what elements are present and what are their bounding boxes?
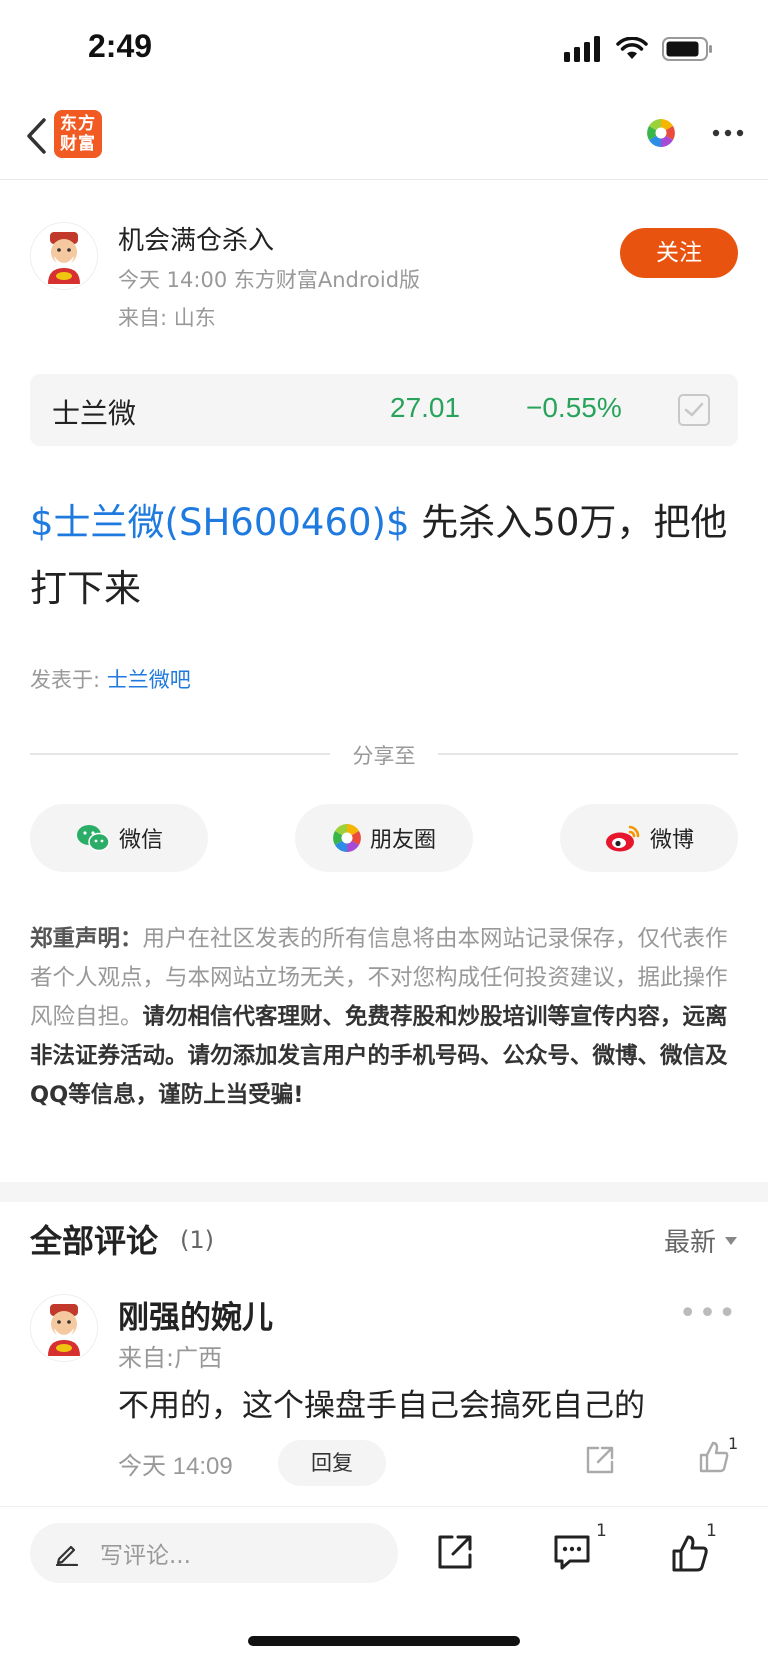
write-comment-placeholder: 写评论... <box>100 1543 191 1569</box>
write-comment-input[interactable]: 写评论... <box>30 1523 398 1583</box>
like-icon[interactable] <box>670 1533 710 1573</box>
fortune-god-avatar-icon <box>48 232 80 284</box>
comment-like-count: 1 <box>728 1434 739 1453</box>
like-count-badge: 1 <box>706 1521 717 1541</box>
chevron-left-icon <box>27 118 46 154</box>
disclaimer-title: 郑重声明： <box>30 926 143 952</box>
share-label: 分享至 <box>352 744 416 768</box>
share-divider: 分享至 <box>30 734 738 774</box>
watchlist-check-icon[interactable] <box>678 394 710 426</box>
section-separator <box>0 1182 768 1202</box>
home-indicator[interactable] <box>248 1636 520 1646</box>
caret-down-icon <box>725 1236 737 1245</box>
comments-header: 全部评论 (1) 最新 <box>30 1216 738 1266</box>
nav-actions <box>646 118 744 148</box>
moments-icon <box>333 824 361 852</box>
comment-text: 不用的，这个操盘手自己会搞死自己的 <box>118 1388 645 1424</box>
comment-share-icon[interactable] <box>584 1444 616 1476</box>
wifi-icon <box>616 37 648 59</box>
fortune-god-avatar-icon <box>48 1304 80 1356</box>
stock-name: 士兰微 <box>52 397 137 430</box>
moments-share-icon[interactable] <box>646 118 676 148</box>
battery-icon <box>662 37 712 61</box>
disclaimer: 郑重声明：用户在社区发表的所有信息将由本网站记录保存，仅代表作者个人观点，与本网… <box>30 920 742 1115</box>
follow-button[interactable]: 关注 <box>620 228 738 278</box>
comment-more-icon[interactable]: ••• <box>679 1296 738 1331</box>
status-time: 2:49 <box>88 28 153 64</box>
signal-icon <box>564 36 600 62</box>
comment-location: 来自:广西 <box>118 1344 223 1372</box>
bottom-action-bar: 写评论... 1 1 <box>0 1506 768 1596</box>
stock-change: −0.55% <box>526 392 622 423</box>
comments-sort-dropdown[interactable]: 最新 <box>664 1222 738 1259</box>
post-body: $士兰微(SH600460)$ 先杀入50万，把他打下来 <box>30 490 738 622</box>
comment-icon[interactable] <box>552 1533 592 1571</box>
share-moments-label: 朋友圈 <box>369 828 436 853</box>
post-author: 机会满仓杀入 今天 14:00 东方财富Android版 来自: 山东 关注 <box>0 210 768 340</box>
posted-in: 发表于: 士兰微吧 <box>30 664 191 694</box>
status-bar: 2:49 <box>0 0 768 100</box>
share-moments-button[interactable]: 朋友圈 <box>295 804 473 872</box>
stock-quote-card[interactable]: 士兰微 27.01 −0.55% <box>30 374 738 446</box>
comments-count: (1) <box>180 1226 214 1254</box>
author-name[interactable]: 机会满仓杀入 <box>118 220 274 257</box>
comment-avatar[interactable] <box>30 1294 98 1362</box>
comment-reply-button[interactable]: 回复 <box>278 1440 386 1486</box>
nav-bar: 东方 财富 <box>0 100 768 180</box>
status-icons <box>564 36 714 62</box>
share-icon[interactable] <box>436 1533 474 1571</box>
posted-in-label: 发表于: <box>30 668 101 692</box>
pencil-icon <box>55 1545 79 1566</box>
comment-time: 今天 14:09 <box>118 1453 233 1480</box>
more-icon[interactable] <box>712 129 744 137</box>
back-button[interactable] <box>14 114 58 158</box>
wechat-icon <box>76 825 110 852</box>
comments-sort-label: 最新 <box>663 1228 716 1258</box>
share-weibo-button[interactable]: 微博 <box>560 804 738 872</box>
stock-price: 27.01 <box>390 392 461 423</box>
share-wechat-label: 微信 <box>118 828 163 853</box>
share-wechat-button[interactable]: 微信 <box>30 804 208 872</box>
comments-title: 全部评论 <box>30 1222 159 1260</box>
comment-username[interactable]: 刚强的婉儿 <box>118 1292 273 1337</box>
stock-bar-link[interactable]: 士兰微吧 <box>107 668 191 692</box>
share-weibo-label: 微博 <box>649 828 694 853</box>
author-location: 来自: 山东 <box>118 306 216 330</box>
comment-like-icon[interactable] <box>698 1440 730 1474</box>
post-meta: 今天 14:00 东方财富Android版 <box>118 268 421 292</box>
post-stock-link[interactable]: $士兰微(SH600460)$ <box>30 501 410 544</box>
app-logo[interactable]: 东方 财富 <box>54 110 102 158</box>
comment-count-badge: 1 <box>596 1521 607 1541</box>
author-avatar[interactable] <box>30 222 98 290</box>
weibo-icon <box>605 825 640 852</box>
